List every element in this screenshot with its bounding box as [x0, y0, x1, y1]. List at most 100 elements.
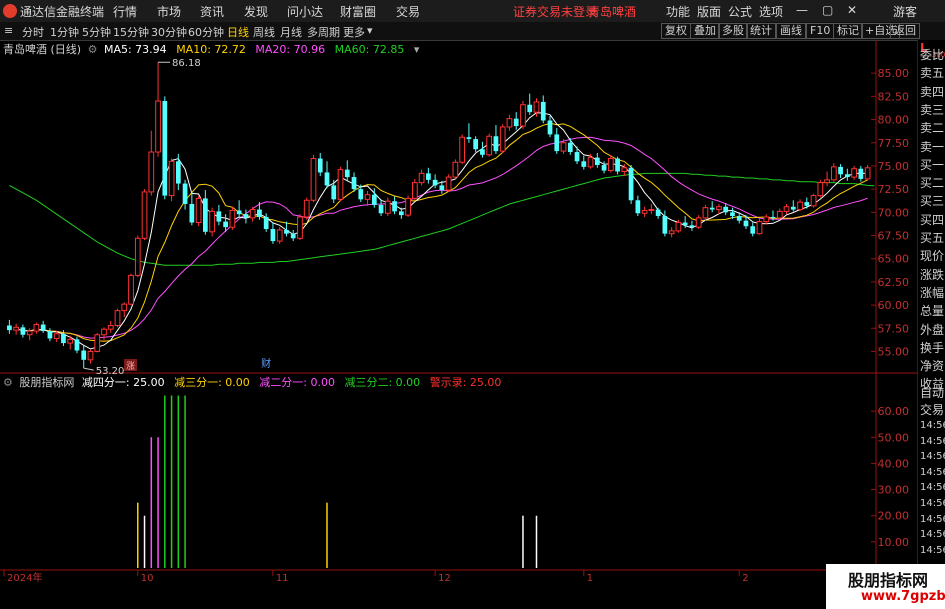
f10-button[interactable]: F10 [806, 23, 835, 39]
period-5min[interactable]: 5分钟 [82, 24, 111, 40]
candle-body [26, 330, 33, 336]
candle-body [824, 179, 830, 184]
candle [303, 197, 310, 220]
tongji-button[interactable]: 统计 [746, 23, 776, 39]
menu-grid-icon[interactable]: ≡ [4, 24, 13, 37]
menu-item-jiaoyi[interactable]: 交易 [396, 3, 420, 20]
quote-panel-item: 总量 [920, 304, 945, 319]
menu-item-zixun[interactable]: 资讯 [200, 3, 224, 20]
quote-panel-item: 14:56 [920, 482, 945, 494]
candle [824, 171, 830, 187]
period-1min[interactable]: 1分钟 [50, 24, 79, 40]
main-y-axis: 55.00 57.50 60.00 62.50 65.00 67.50 70.00 72.50… [878, 67, 910, 358]
y-tick-label: 67.50 [878, 230, 910, 243]
biaoji-button[interactable]: 标记 [833, 23, 863, 39]
ma10-label: MA10: 72.72 [176, 43, 246, 56]
candle [331, 179, 337, 204]
period-30min[interactable]: 30分钟 [151, 24, 187, 40]
candle-body [601, 165, 607, 171]
settings-gear-icon[interactable]: ⚙ [88, 43, 98, 56]
period-more[interactable]: 更多 [343, 24, 365, 40]
menu-item-xuanxiang[interactable]: 选项 [759, 3, 783, 20]
minimize-icon[interactable]: — [796, 3, 808, 17]
user-label[interactable]: 游客 [893, 3, 917, 20]
candle-body [81, 350, 87, 360]
candle-body [675, 222, 682, 232]
menu-item-gongshi[interactable]: 公式 [728, 3, 752, 20]
candle-body [20, 327, 26, 335]
more-chevron-icon[interactable]: ▾ [367, 24, 373, 37]
candle-body [864, 167, 871, 180]
candle [13, 323, 20, 335]
menu-item-shichang[interactable]: 市场 [157, 3, 181, 20]
candle [648, 203, 655, 215]
period-month[interactable]: 月线 [280, 24, 302, 40]
candle-body [168, 160, 175, 197]
candle [276, 227, 283, 244]
quote-panel-item: 涨幅 [920, 285, 945, 300]
back-button[interactable]: 返回 [890, 23, 920, 39]
more-chevron-icon[interactable]: ▾ [414, 43, 420, 56]
candle-body [162, 101, 168, 196]
candle-body [499, 126, 506, 152]
candle-body [189, 203, 195, 223]
fuquan-button[interactable]: 复权 [661, 23, 691, 39]
candle [81, 345, 87, 369]
period-fenshi[interactable]: 分时 [22, 24, 44, 40]
duogu-button[interactable]: 多股 [718, 23, 748, 39]
cai-tag-text: 财 [261, 357, 271, 370]
candle-body [723, 206, 729, 213]
candle [554, 127, 560, 154]
menu-item-faxian[interactable]: 发现 [244, 3, 268, 20]
candle [776, 208, 783, 220]
quote-panel-item: 交易 [920, 402, 945, 417]
quote-panel-item: 自动 [920, 386, 945, 400]
candle-body [47, 331, 53, 339]
diejia-button[interactable]: 叠加 [690, 23, 720, 39]
candle-body [229, 209, 236, 228]
candle [763, 214, 770, 225]
indicator-jianerfenyi: 减二分一: 0.00 [259, 376, 335, 389]
candle-body [297, 216, 303, 239]
menu-item-caifuquan[interactable]: 财富圈 [340, 3, 376, 20]
period-60min[interactable]: 60分钟 [188, 24, 224, 40]
period-day[interactable]: 日线 [227, 24, 249, 40]
menu-item-banmian[interactable]: 版面 [697, 3, 721, 20]
candle-body [209, 210, 215, 233]
candle [466, 123, 472, 143]
candle-body [533, 101, 540, 113]
candle-body [730, 212, 735, 217]
login-status[interactable]: 证券交易未登录 [513, 3, 597, 20]
huaxian-button[interactable]: 画线 [776, 23, 806, 39]
candle [317, 152, 323, 177]
candle [7, 319, 12, 334]
menu-item-wenxiaoda[interactable]: 问小达 [287, 3, 323, 20]
candle [689, 220, 695, 231]
candle-body [223, 221, 228, 228]
candle-body [587, 157, 594, 168]
period-multi[interactable]: 多周期 [307, 24, 340, 40]
candle [384, 197, 391, 217]
indicator-jingshilu: 警示录: 25.00 [429, 376, 502, 389]
quote-panel-item: 买四 [920, 212, 945, 227]
quote-panel-item: 14:56 [920, 498, 945, 509]
menu-item-hangqing[interactable]: 行情 [113, 3, 137, 20]
close-icon[interactable]: ✕ [847, 3, 857, 17]
period-15min[interactable]: 15分钟 [113, 24, 149, 40]
y-tick-label: 20.00 [878, 510, 910, 523]
candle-body [716, 206, 722, 211]
quote-panel-item: 卖一 [920, 139, 945, 154]
period-week[interactable]: 周线 [253, 24, 275, 40]
kline-chart[interactable]: 55.00 57.50 60.00 62.50 65.00 67.50 70.00 72.50… [0, 40, 917, 609]
candle-body [513, 118, 519, 127]
candle-body [134, 237, 141, 276]
candle-body [411, 182, 418, 199]
candle-body [615, 158, 620, 172]
candle [405, 195, 411, 217]
menu-item-gongneng[interactable]: 功能 [666, 3, 690, 20]
restore-icon[interactable]: ▢ [822, 3, 833, 17]
settings-gear-icon[interactable]: ⚙ [3, 376, 13, 389]
chart-grid [871, 72, 876, 543]
candle-body [351, 177, 357, 190]
quote-panel-item: 委比 [920, 48, 945, 62]
